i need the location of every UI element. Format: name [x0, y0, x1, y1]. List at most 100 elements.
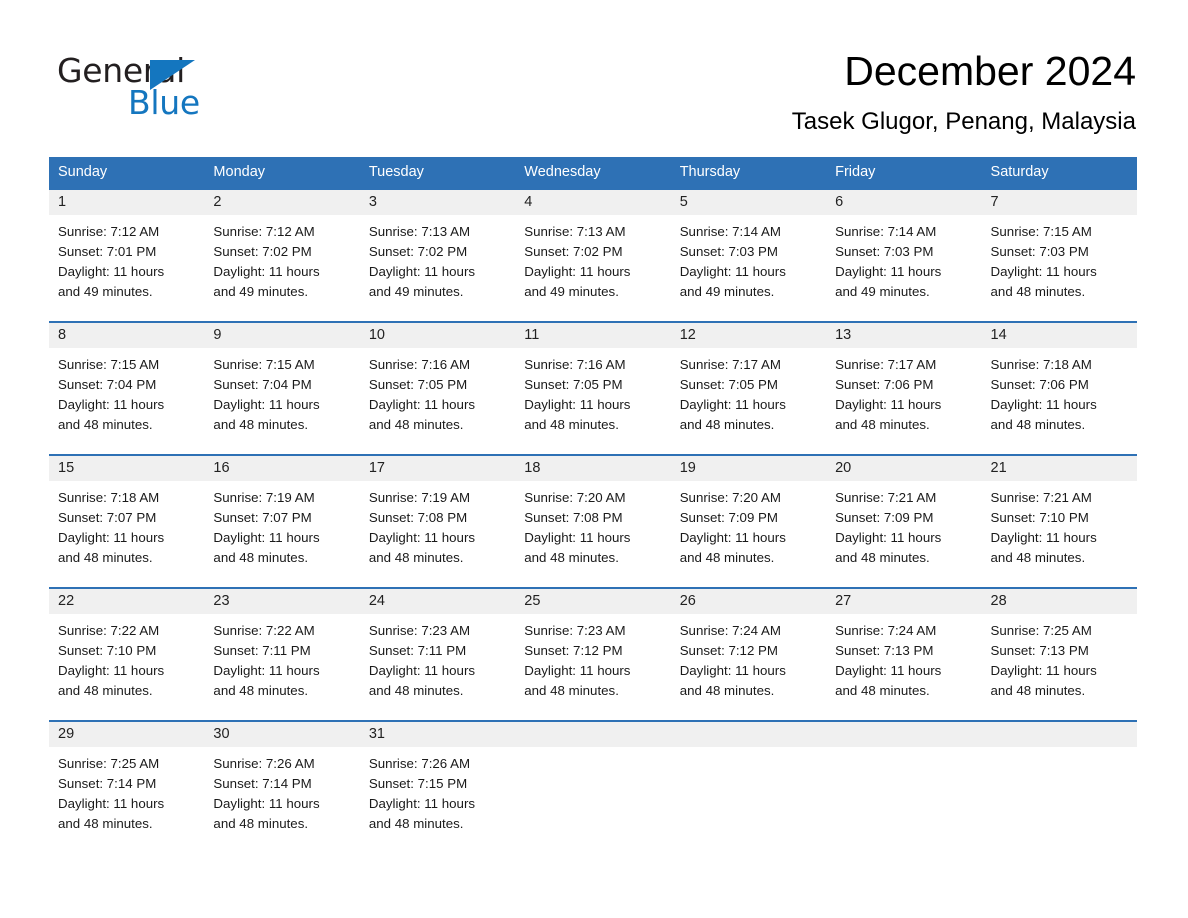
sunrise-text: Sunrise: 7:26 AM [368, 756, 471, 771]
day-cell[interactable]: 7 Sunrise: 7:15 AM Sunset: 7:03 PM Dayli… [981, 190, 1137, 321]
day-number: 30 [213, 726, 230, 742]
daylight-text-line2: and 48 minutes. [524, 417, 619, 432]
sunset-text: Sunset: 7:05 PM [524, 377, 623, 392]
daylight-text-line2: and 48 minutes. [990, 683, 1086, 698]
sunrise-text: Sunrise: 7:16 AM [368, 357, 471, 372]
daylight-text-line2: and 48 minutes. [679, 550, 775, 565]
day-details: Sunrise: 7:22 AM Sunset: 7:10 PM Dayligh… [49, 614, 204, 720]
day-cell[interactable]: 22 Sunrise: 7:22 AM Sunset: 7:10 PM Dayl… [49, 589, 205, 720]
day-cell[interactable]: 28 Sunrise: 7:25 AM Sunset: 7:13 PM Dayl… [981, 589, 1137, 720]
day-cell[interactable]: 13 Sunrise: 7:17 AM Sunset: 7:06 PM Dayl… [826, 323, 982, 454]
day-cell[interactable]: 10 Sunrise: 7:16 AM Sunset: 7:05 PM Dayl… [359, 323, 516, 454]
daylight-text-line1: Daylight: 11 hours [990, 663, 1097, 678]
day-cell[interactable]: 1 Sunrise: 7:12 AM Sunset: 7:01 PM Dayli… [49, 190, 205, 321]
day-details: Sunrise: 7:15 AM Sunset: 7:04 PM Dayligh… [49, 348, 204, 454]
calendar-week-row: 29 Sunrise: 7:25 AM Sunset: 7:14 PM Dayl… [49, 720, 1137, 853]
day-details [826, 747, 981, 853]
daylight-text-line1: Daylight: 11 hours [679, 397, 786, 412]
page-title: December 2024 [844, 48, 1136, 94]
day-cell[interactable]: 23 Sunrise: 7:22 AM Sunset: 7:11 PM Dayl… [204, 589, 360, 720]
weekday-header-wednesday: Wednesday [524, 164, 601, 180]
daylight-text-line1: Daylight: 11 hours [213, 397, 320, 412]
sunrise-text: Sunrise: 7:14 AM [679, 224, 781, 239]
day-details: Sunrise: 7:20 AM Sunset: 7:08 PM Dayligh… [515, 481, 670, 587]
sunset-text: Sunset: 7:08 PM [368, 510, 468, 525]
sunset-text: Sunset: 7:14 PM [58, 776, 157, 791]
day-cell[interactable]: 9 Sunrise: 7:15 AM Sunset: 7:04 PM Dayli… [204, 323, 360, 454]
day-cell[interactable]: 17 Sunrise: 7:19 AM Sunset: 7:08 PM Dayl… [359, 456, 516, 587]
day-cell[interactable]: 5 Sunrise: 7:14 AM Sunset: 7:03 PM Dayli… [670, 190, 827, 321]
weekday-header-thursday: Thursday [679, 164, 741, 180]
calendar-week-row: 8 Sunrise: 7:15 AM Sunset: 7:04 PM Dayli… [49, 321, 1137, 454]
day-number: 20 [835, 460, 852, 476]
daylight-text-line2: and 48 minutes. [368, 816, 464, 831]
day-cell[interactable]: 30 Sunrise: 7:26 AM Sunset: 7:14 PM Dayl… [204, 722, 360, 853]
daylight-text-line2: and 49 minutes. [368, 284, 464, 299]
daylight-text-line1: Daylight: 11 hours [679, 530, 786, 545]
day-details: Sunrise: 7:21 AM Sunset: 7:09 PM Dayligh… [826, 481, 981, 587]
day-number: 5 [679, 194, 688, 210]
day-details: Sunrise: 7:25 AM Sunset: 7:13 PM Dayligh… [982, 614, 1137, 720]
sunrise-text: Sunrise: 7:18 AM [58, 490, 160, 505]
daylight-text-line1: Daylight: 11 hours [835, 264, 942, 279]
sunrise-text: Sunrise: 7:17 AM [679, 357, 781, 372]
day-cell[interactable]: 16 Sunrise: 7:19 AM Sunset: 7:07 PM Dayl… [204, 456, 360, 587]
calendar-page: General Blue December 2024 Tasek Glugor,… [0, 0, 1188, 918]
day-cell[interactable]: 29 Sunrise: 7:25 AM Sunset: 7:14 PM Dayl… [49, 722, 205, 853]
generalblue-logo[interactable]: General Blue [57, 52, 257, 122]
day-details: Sunrise: 7:18 AM Sunset: 7:06 PM Dayligh… [982, 348, 1137, 454]
daylight-text-line2: and 48 minutes. [835, 550, 930, 565]
day-number: 29 [58, 726, 75, 742]
weekday-header-sunday: Sunday [58, 164, 108, 180]
day-cell[interactable]: 3 Sunrise: 7:13 AM Sunset: 7:02 PM Dayli… [359, 190, 516, 321]
daylight-text-line2: and 48 minutes. [213, 683, 309, 698]
day-number: 21 [990, 460, 1007, 476]
day-cell[interactable]: 26 Sunrise: 7:24 AM Sunset: 7:12 PM Dayl… [670, 589, 827, 720]
sunrise-text: Sunrise: 7:19 AM [213, 490, 315, 505]
sunrise-text: Sunrise: 7:15 AM [58, 357, 160, 372]
daylight-text-line2: and 48 minutes. [990, 550, 1086, 565]
sunset-text: Sunset: 7:13 PM [990, 643, 1089, 658]
daylight-text-line2: and 48 minutes. [58, 816, 153, 831]
day-number: 11 [524, 327, 540, 343]
day-details: Sunrise: 7:26 AM Sunset: 7:14 PM Dayligh… [204, 747, 359, 853]
weekday-header-friday: Friday [835, 164, 876, 180]
sunset-text: Sunset: 7:02 PM [368, 244, 468, 259]
daylight-text-line1: Daylight: 11 hours [58, 397, 165, 412]
daylight-text-line2: and 48 minutes. [990, 417, 1086, 432]
daylight-text-line2: and 48 minutes. [679, 417, 775, 432]
sunset-text: Sunset: 7:13 PM [835, 643, 934, 658]
day-cell[interactable]: 18 Sunrise: 7:20 AM Sunset: 7:08 PM Dayl… [515, 456, 671, 587]
day-number: 4 [524, 194, 533, 210]
day-cell[interactable]: 31 Sunrise: 7:26 AM Sunset: 7:15 PM Dayl… [359, 722, 516, 853]
daylight-text-line1: Daylight: 11 hours [679, 663, 786, 678]
day-number: 8 [58, 327, 67, 343]
sunset-text: Sunset: 7:09 PM [835, 510, 934, 525]
day-cell[interactable]: 24 Sunrise: 7:23 AM Sunset: 7:11 PM Dayl… [359, 589, 516, 720]
day-cell[interactable]: 11 Sunrise: 7:16 AM Sunset: 7:05 PM Dayl… [515, 323, 671, 454]
daylight-text-line2: and 49 minutes. [58, 284, 153, 299]
day-cell[interactable]: 27 Sunrise: 7:24 AM Sunset: 7:13 PM Dayl… [826, 589, 982, 720]
sunset-text: Sunset: 7:08 PM [524, 510, 623, 525]
day-cell[interactable]: 14 Sunrise: 7:18 AM Sunset: 7:06 PM Dayl… [981, 323, 1137, 454]
day-details: Sunrise: 7:15 AM Sunset: 7:04 PM Dayligh… [204, 348, 359, 454]
day-cell[interactable]: 12 Sunrise: 7:17 AM Sunset: 7:05 PM Dayl… [670, 323, 827, 454]
day-details: Sunrise: 7:20 AM Sunset: 7:09 PM Dayligh… [671, 481, 826, 587]
day-cell[interactable]: 8 Sunrise: 7:15 AM Sunset: 7:04 PM Dayli… [49, 323, 205, 454]
day-number: 14 [990, 327, 1007, 343]
daylight-text-line1: Daylight: 11 hours [835, 530, 942, 545]
day-cell[interactable]: 19 Sunrise: 7:20 AM Sunset: 7:09 PM Dayl… [670, 456, 827, 587]
day-cell[interactable]: 25 Sunrise: 7:23 AM Sunset: 7:12 PM Dayl… [515, 589, 671, 720]
day-cell[interactable]: 20 Sunrise: 7:21 AM Sunset: 7:09 PM Dayl… [826, 456, 982, 587]
day-cell[interactable]: 6 Sunrise: 7:14 AM Sunset: 7:03 PM Dayli… [826, 190, 982, 321]
daylight-text-line2: and 48 minutes. [368, 550, 464, 565]
sunrise-text: Sunrise: 7:15 AM [213, 357, 315, 372]
day-cell[interactable]: 15 Sunrise: 7:18 AM Sunset: 7:07 PM Dayl… [49, 456, 205, 587]
daylight-text-line2: and 48 minutes. [213, 816, 309, 831]
day-number: 7 [990, 194, 999, 210]
day-cell[interactable]: 4 Sunrise: 7:13 AM Sunset: 7:02 PM Dayli… [515, 190, 671, 321]
daylight-text-line1: Daylight: 11 hours [990, 264, 1097, 279]
day-cell[interactable]: 2 Sunrise: 7:12 AM Sunset: 7:02 PM Dayli… [204, 190, 360, 321]
day-cell[interactable]: 21 Sunrise: 7:21 AM Sunset: 7:10 PM Dayl… [981, 456, 1137, 587]
daylight-text-line2: and 48 minutes. [835, 417, 930, 432]
